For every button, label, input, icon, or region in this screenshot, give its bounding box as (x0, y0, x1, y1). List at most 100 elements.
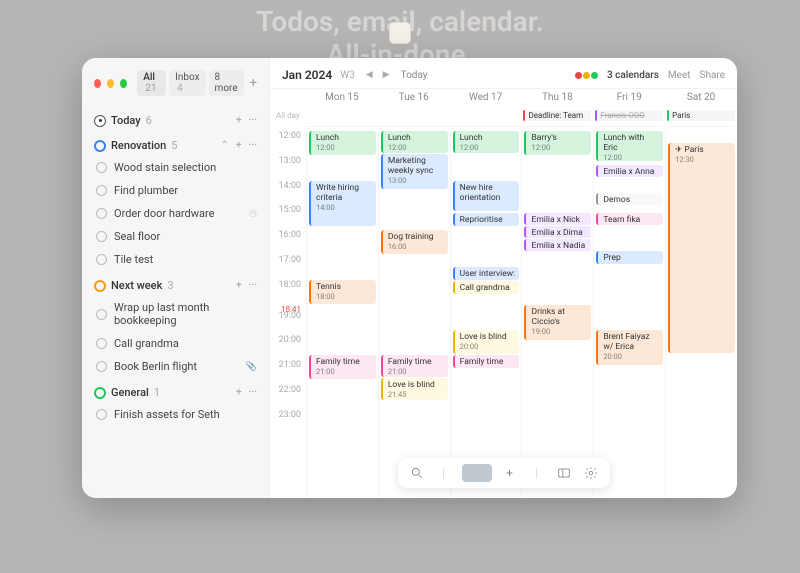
checkbox[interactable] (96, 231, 107, 242)
calendar-event[interactable]: Lunch12:00 (381, 131, 448, 153)
add-button[interactable]: + (236, 115, 242, 126)
event-title: Emilia x Nadia (531, 241, 585, 251)
calendars-link[interactable]: 3 calendars (607, 70, 659, 81)
section-renovation[interactable]: Renovation 5 ⌃+··· (94, 135, 257, 156)
todo-item[interactable]: Book Berlin flight📎 (94, 355, 257, 378)
todo-item[interactable]: Seal floor (94, 225, 257, 248)
tab-all[interactable]: All 21 (137, 70, 166, 96)
calendar-event[interactable]: Lunch12:00 (309, 131, 376, 155)
todo-item[interactable]: Tile test (94, 248, 257, 271)
checkbox[interactable] (96, 338, 107, 349)
calendar-event[interactable]: Reprioritise roll (453, 213, 520, 226)
calendar-event[interactable]: New hire orientation (453, 181, 520, 211)
todo-item[interactable]: Finish assets for Seth (94, 403, 257, 426)
todo-label: Book Berlin flight (114, 360, 197, 373)
search-button[interactable] (408, 464, 426, 482)
todo-item[interactable]: Wood stain selection (94, 156, 257, 179)
more-icon[interactable]: ··· (249, 140, 258, 151)
calendar-event[interactable]: Lunch12:00 (453, 131, 520, 153)
layout-button[interactable] (555, 464, 573, 482)
calendar-event[interactable]: Lunch with Eric12:00 (596, 131, 663, 161)
share-link[interactable]: Share (700, 70, 725, 81)
event-title: Reprioritise roll (460, 215, 503, 226)
todo-label: Order door hardware (114, 207, 214, 220)
calendar-event[interactable]: Write hiring criteria14:00 (309, 181, 376, 226)
add-button[interactable]: + (236, 140, 242, 151)
allday-event[interactable]: Francis OOO (595, 110, 663, 121)
day-column[interactable]: Lunch12:00 New hire orientation Reprioriti… (450, 131, 522, 498)
calendar-event[interactable]: Demos (596, 193, 663, 205)
calendar-event[interactable]: Brent Faiyaz w/ Erica20:00 (596, 330, 663, 365)
allday-event[interactable]: Deadline: Team (523, 110, 591, 121)
calendar-event[interactable]: Drinks at Ciccio's19:00 (524, 305, 591, 340)
todo-label: Wrap up last month bookkeeping (114, 301, 257, 327)
meet-link[interactable]: Meet (668, 70, 691, 81)
section-general[interactable]: General 1 +··· (94, 382, 257, 403)
event-time: 16:00 (388, 242, 445, 251)
todo-item[interactable]: Wrap up last month bookkeeping (94, 296, 257, 332)
prev-button[interactable]: ◀ (363, 68, 376, 82)
calendar-event[interactable]: Family time21:00 (309, 355, 376, 379)
todo-item[interactable]: Find plumber (94, 179, 257, 202)
event-title: Family time (316, 357, 360, 367)
day-header: Thu 18 (521, 89, 593, 109)
next-button[interactable]: ▶ (380, 68, 393, 82)
checkbox[interactable] (96, 208, 107, 219)
calendar-event[interactable]: Emilia x Nick (524, 213, 591, 225)
day-column[interactable]: Lunch12:00 Write hiring criteria14:00 Tenn… (306, 131, 378, 498)
section-today[interactable]: Today 6 +··· (94, 110, 257, 131)
add-button[interactable]: + (236, 387, 242, 398)
circle-icon (94, 280, 106, 292)
checkbox[interactable] (96, 309, 107, 320)
more-icon[interactable]: ··· (249, 280, 258, 291)
add-button[interactable]: + (501, 464, 519, 482)
calendar-event[interactable]: Love is blind20:00 (453, 330, 520, 354)
checkbox[interactable] (96, 254, 107, 265)
tab-more[interactable]: 8 more (209, 70, 244, 96)
calendar-event[interactable]: Tennis18:00 (309, 280, 376, 304)
calendar-event[interactable]: Emilia x Dima (524, 226, 591, 238)
today-icon (94, 115, 106, 127)
calendar-event[interactable]: Dog training16:00 (381, 230, 448, 254)
calendar-event[interactable]: ✈ Paris12:30 (668, 143, 735, 353)
calendar-event[interactable]: Emilia x Nadia (524, 239, 591, 251)
checkbox[interactable] (96, 185, 107, 196)
event-title: New hire orientation (460, 183, 501, 203)
zoom-icon[interactable] (120, 79, 127, 88)
calendar-event[interactable]: Prep newsletter (596, 251, 663, 264)
calendar-event[interactable]: User interview: (453, 267, 520, 280)
day-column[interactable]: Lunch12:00Marketing weekly sync13:00 Dog … (378, 131, 450, 498)
app-icon (389, 22, 411, 44)
tab-inbox[interactable]: Inbox 4 (169, 70, 205, 96)
add-list-button[interactable]: + (250, 76, 257, 91)
checkbox[interactable] (96, 162, 107, 173)
calendar-event[interactable]: Marketing weekly sync13:00 (381, 154, 448, 189)
todo-item[interactable]: Order door hardware◷ (94, 202, 257, 225)
calendar-event[interactable]: Team fika (596, 213, 663, 225)
calendar-event[interactable]: Love is blind21:45 (381, 378, 448, 400)
checkbox[interactable] (96, 361, 107, 372)
more-icon[interactable]: ··· (249, 387, 258, 398)
calendar-event[interactable]: Family time21:00 (381, 355, 448, 377)
settings-button[interactable] (582, 464, 600, 482)
section-nextweek[interactable]: Next week 3 +··· (94, 275, 257, 296)
calendar-event[interactable]: Call grandma (453, 281, 520, 294)
event-time: 14:00 (316, 203, 373, 212)
collapse-icon[interactable]: ⌃ (221, 140, 229, 151)
allday-label: All day (276, 111, 300, 120)
allday-event[interactable]: Paris (667, 110, 735, 121)
calendar-event[interactable]: Emilia x Anna (596, 165, 663, 177)
calendar-event[interactable]: Family time (453, 355, 520, 368)
add-button[interactable]: + (236, 280, 242, 291)
more-icon[interactable]: ··· (249, 115, 258, 126)
day-column[interactable]: Barry's12:00 Emilia x NickEmilia x Dima Em… (521, 131, 593, 498)
day-column[interactable]: ✈ Paris12:30 (665, 131, 737, 498)
calendar-event[interactable]: Barry's12:00 (524, 131, 591, 155)
checkbox[interactable] (96, 409, 107, 420)
new-event-button[interactable] (462, 464, 492, 482)
day-column[interactable]: Lunch with Eric12:00 Emilia x Anna Demos Te… (593, 131, 665, 498)
todo-item[interactable]: Call grandma (94, 332, 257, 355)
minimize-icon[interactable] (107, 79, 114, 88)
today-button[interactable]: Today (401, 70, 428, 81)
close-icon[interactable] (94, 79, 101, 88)
